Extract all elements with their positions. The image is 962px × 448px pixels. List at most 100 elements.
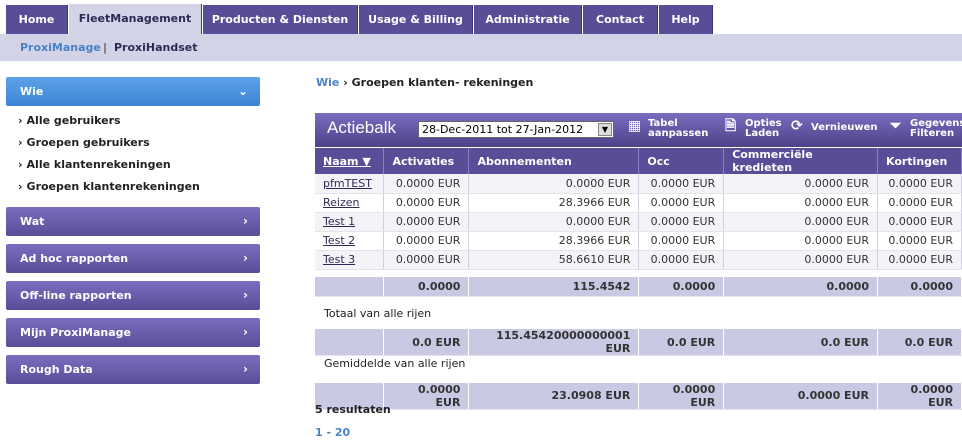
date-range-select[interactable]: 28-Dec-2011 tot 27-Jan-2012 ▼ bbox=[418, 121, 614, 138]
cell-kredieten: 0.0000 EUR bbox=[723, 174, 878, 194]
action-bar-title: Actiebalk bbox=[327, 118, 396, 137]
row-name-link[interactable]: Test 3 bbox=[323, 253, 355, 266]
cell-kredieten: 0.0000 EUR bbox=[723, 231, 878, 251]
sidebar-block-label: Off-line rapporten bbox=[20, 289, 132, 302]
cell-kortingen: 0.0000 EUR bbox=[877, 250, 962, 270]
cell-occ: 0.0000 EUR bbox=[638, 231, 725, 251]
chevron-right-icon: › bbox=[243, 251, 248, 265]
sidebar-link-groepen-klantenrekeningen[interactable]: › Groepen klantenrekeningen bbox=[18, 180, 200, 193]
sidebar-off-line-rapporten[interactable]: Off-line rapporten › bbox=[6, 281, 260, 310]
action-bar: Actiebalk 28-Dec-2011 tot 27-Jan-2012 ▼ … bbox=[315, 113, 962, 147]
row-name-link[interactable]: pfmTEST bbox=[323, 177, 372, 190]
breadcrumb-link-wie[interactable]: Wie bbox=[316, 76, 339, 89]
total-cell: 0.0 EUR bbox=[877, 329, 962, 356]
sidebar-block-label: Rough Data bbox=[20, 363, 93, 376]
total-cell: 0.0 EUR bbox=[383, 329, 470, 356]
sidebar-link-groepen-gebruikers[interactable]: › Groepen gebruikers bbox=[18, 136, 150, 149]
sidebar-link-label: Alle gebruikers bbox=[26, 114, 121, 127]
row-name-link[interactable]: Test 2 bbox=[323, 234, 355, 247]
total-cell bbox=[315, 329, 385, 356]
cell-activaties: 0.0000 EUR bbox=[383, 231, 470, 251]
chevron-right-icon: › bbox=[243, 288, 248, 302]
subnav-separator: | bbox=[103, 41, 108, 54]
button-label-line2: Filteren bbox=[910, 128, 955, 139]
sidebar-wat[interactable]: Wat › bbox=[6, 207, 260, 236]
average-cell: 23.0908 EUR bbox=[468, 382, 640, 410]
sidebar-wie[interactable]: Wie ⌄ bbox=[6, 77, 260, 106]
cell-abonnementen: 58.6610 EUR bbox=[468, 250, 640, 270]
chevron-right-icon: › bbox=[18, 114, 23, 127]
subnav-proxihandset[interactable]: ProxiHandset bbox=[114, 41, 198, 54]
column-header-kortingen[interactable]: Kortingen bbox=[877, 148, 962, 174]
tab-contact[interactable]: Contact bbox=[583, 5, 658, 34]
cell-abonnementen: 0.0000 EUR bbox=[468, 174, 640, 194]
table-row: Reizen 0.0000 EUR 28.3966 EUR 0.0000 EUR… bbox=[315, 193, 962, 213]
cell-occ: 0.0000 EUR bbox=[638, 174, 725, 194]
subtotal-cell: 0.0000 bbox=[723, 277, 878, 297]
column-header-abonnementen[interactable]: Abonnementen bbox=[468, 148, 640, 174]
cell-abonnementen: 28.3966 EUR bbox=[468, 193, 640, 213]
row-name-link[interactable]: Reizen bbox=[323, 196, 360, 209]
column-header-occ[interactable]: Occ bbox=[638, 148, 725, 174]
chevron-down-icon: ⌄ bbox=[237, 84, 248, 98]
pagination-link[interactable]: 1 - 20 bbox=[315, 426, 350, 439]
subtotal-cell: 0.0000 bbox=[877, 277, 962, 297]
column-header-commerciele-kredieten[interactable]: Commerciële kredieten bbox=[723, 148, 878, 174]
tab-administratie[interactable]: Administratie bbox=[474, 5, 582, 34]
subtotal-cell: 0.0000 bbox=[383, 277, 470, 297]
chevron-right-icon: › bbox=[243, 325, 248, 339]
chevron-right-icon: › bbox=[18, 136, 23, 149]
sidebar-mijn-proximanage[interactable]: Mijn ProxiManage › bbox=[6, 318, 260, 347]
spacer-row bbox=[315, 269, 962, 277]
cell-kortingen: 0.0000 EUR bbox=[877, 174, 962, 194]
average-cell: 0.0000 EUR bbox=[638, 382, 725, 410]
tab-producten-diensten[interactable]: Producten & Diensten bbox=[203, 5, 358, 34]
tab-help[interactable]: Help bbox=[659, 5, 713, 34]
tab-fleetmanagement[interactable]: FleetManagement bbox=[69, 4, 202, 34]
dropdown-arrow-icon: ▼ bbox=[598, 123, 612, 136]
sidebar-link-alle-gebruikers[interactable]: › Alle gebruikers bbox=[18, 114, 121, 127]
average-cell: 0.0000 EUR bbox=[383, 382, 470, 410]
subnav-proximanage[interactable]: ProxiManage bbox=[20, 41, 101, 54]
total-cell: 0.0 EUR bbox=[638, 329, 725, 356]
cell-activaties: 0.0000 EUR bbox=[383, 212, 470, 232]
average-label: Gemiddelde van alle rijen bbox=[324, 357, 466, 370]
table-row: pfmTEST 0.0000 EUR 0.0000 EUR 0.0000 EUR… bbox=[315, 174, 962, 194]
sort-desc-icon: ▼ bbox=[362, 154, 371, 168]
filter-icon: ⏷ bbox=[890, 118, 902, 134]
tab-usage-billing[interactable]: Usage & Billing bbox=[359, 5, 473, 34]
main-nav: Home FleetManagement Producten & Dienste… bbox=[0, 0, 962, 34]
cell-activaties: 0.0000 EUR bbox=[383, 193, 470, 213]
table-row: Test 1 0.0000 EUR 0.0000 EUR 0.0000 EUR … bbox=[315, 212, 962, 232]
sidebar-link-label: Groepen klantenrekeningen bbox=[26, 180, 200, 193]
sidebar-link-alle-klantenrekeningen[interactable]: › Alle klantenrekeningen bbox=[18, 158, 171, 171]
results-count: 5 resultaten bbox=[315, 403, 391, 416]
total-cell: 0.0 EUR bbox=[723, 329, 878, 356]
chevron-right-icon: › bbox=[243, 362, 248, 376]
sidebar-block-label: Wat bbox=[20, 215, 45, 228]
date-range-value: 28-Dec-2011 tot 27-Jan-2012 bbox=[422, 123, 584, 136]
tab-home[interactable]: Home bbox=[6, 5, 68, 34]
chevron-right-icon: › bbox=[243, 214, 248, 228]
sidebar-ad-hoc-rapporten[interactable]: Ad hoc rapporten › bbox=[6, 244, 260, 273]
sidebar-wie-label: Wie bbox=[20, 85, 44, 98]
row-name-link[interactable]: Test 1 bbox=[323, 215, 355, 228]
cell-kredieten: 0.0000 EUR bbox=[723, 250, 878, 270]
column-header-naam[interactable]: Naam ▼ bbox=[315, 148, 385, 174]
cell-kortingen: 0.0000 EUR bbox=[877, 193, 962, 213]
subtotal-cell: 115.4542 bbox=[468, 277, 640, 297]
total-cell: 115.45420000000001 EUR bbox=[468, 329, 640, 356]
sidebar-block-label: Ad hoc rapporten bbox=[20, 252, 129, 265]
cell-abonnementen: 0.0000 EUR bbox=[468, 212, 640, 232]
column-header-activaties[interactable]: Activaties bbox=[383, 148, 470, 174]
document-icon: 🗎 bbox=[725, 118, 737, 134]
table-icon: ▦ bbox=[628, 118, 642, 134]
cell-activaties: 0.0000 EUR bbox=[383, 250, 470, 270]
sidebar-block-label: Mijn ProxiManage bbox=[20, 326, 132, 339]
sidebar-rough-data[interactable]: Rough Data › bbox=[6, 355, 260, 384]
chevron-right-icon: › bbox=[18, 158, 23, 171]
cell-occ: 0.0000 EUR bbox=[638, 193, 725, 213]
average-row: 0.0000 EUR 23.0908 EUR 0.0000 EUR 0.0000… bbox=[315, 382, 962, 410]
subtotal-cell: 0.0000 bbox=[638, 277, 725, 297]
data-table: Naam ▼ Activaties Abonnementen Occ Comme… bbox=[315, 148, 962, 410]
